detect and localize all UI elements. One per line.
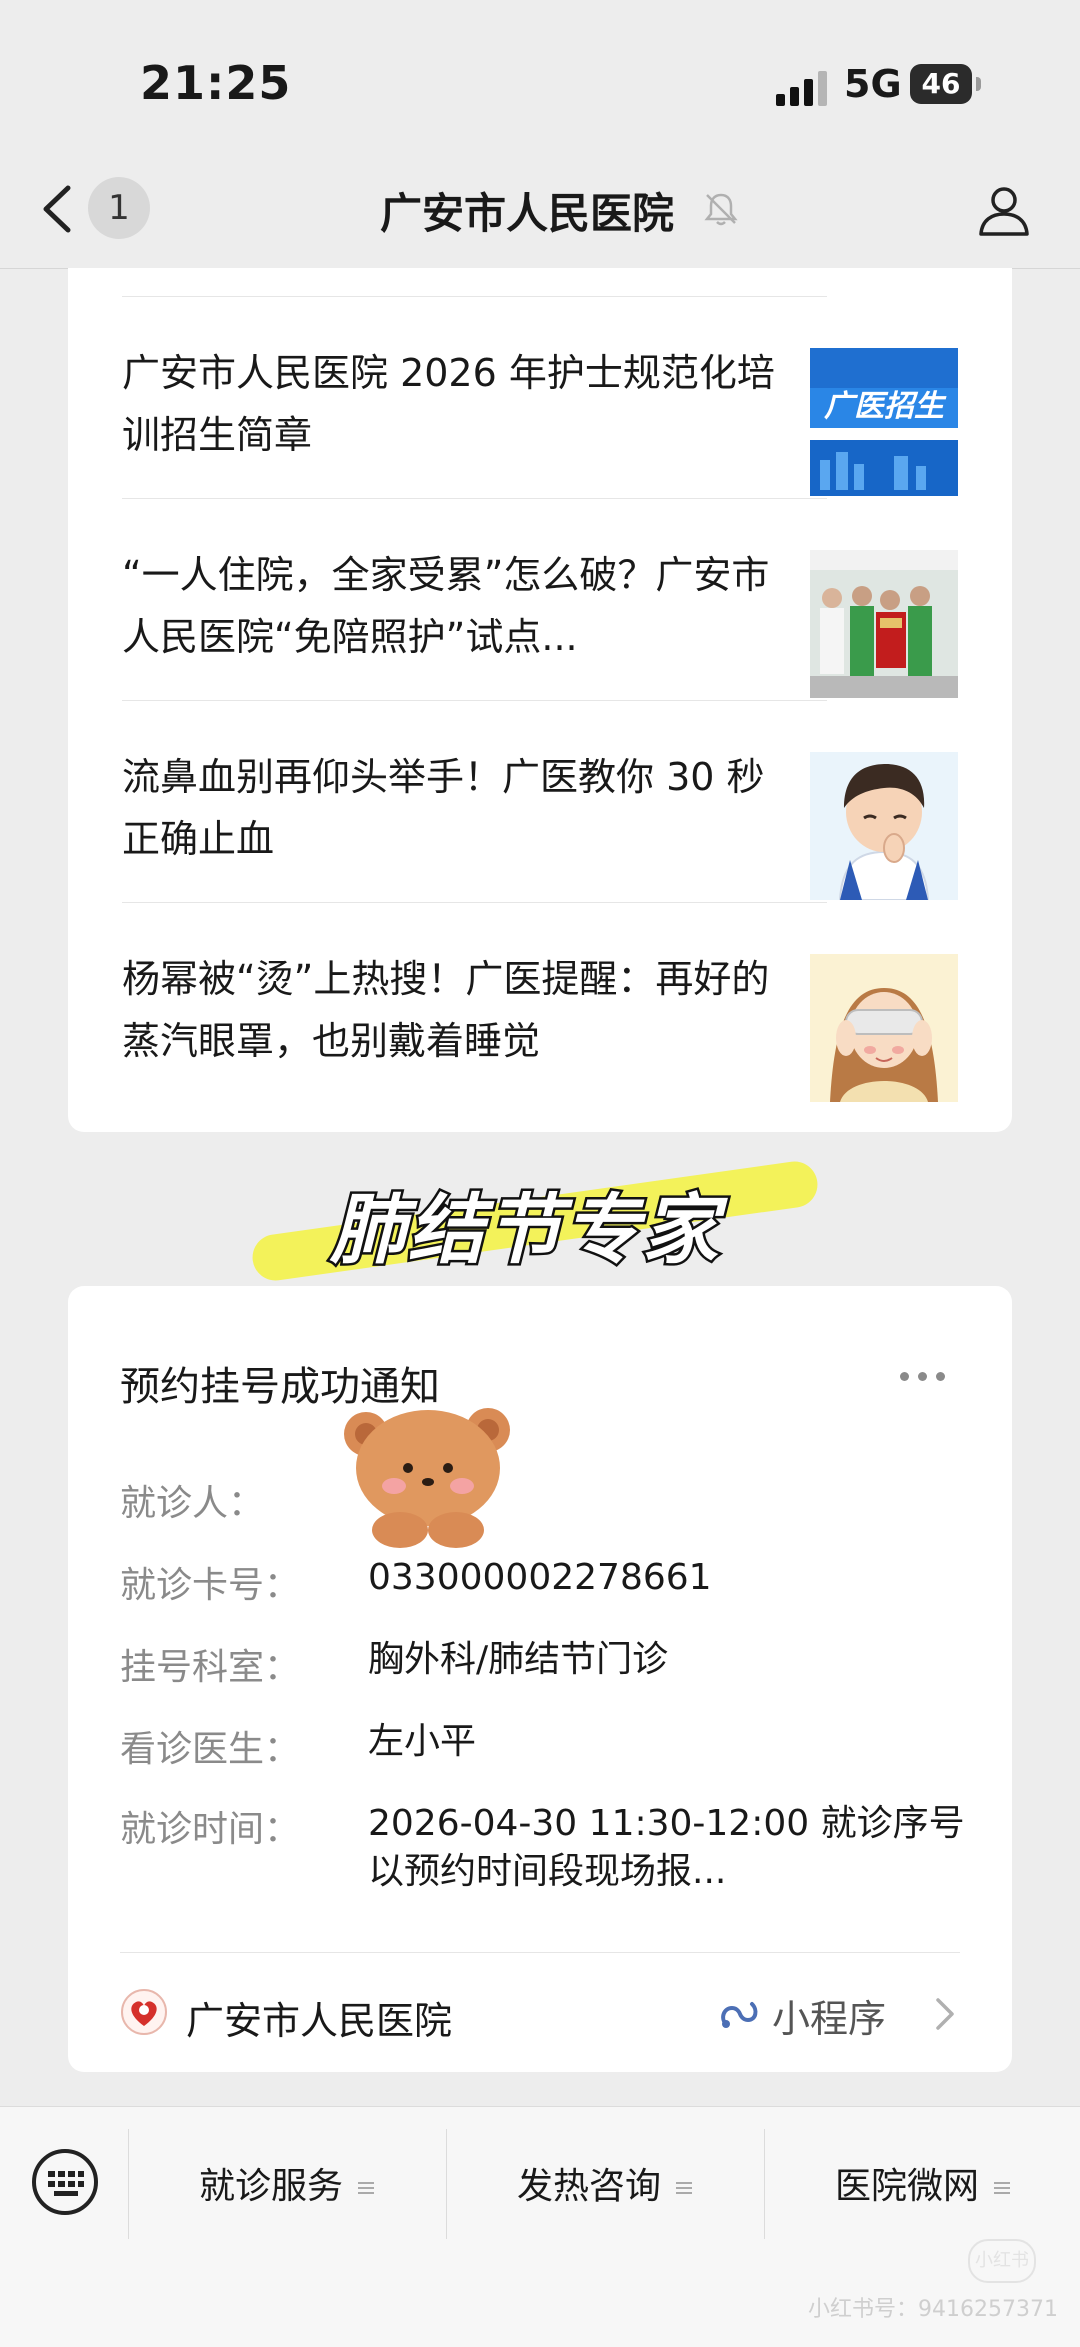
card-number-value: 033000002278661 — [368, 1557, 712, 1598]
menu-item-visit-services[interactable]: 就诊服务 — [128, 2157, 446, 2217]
article-item[interactable]: 流鼻血别再仰头举手！广医教你 30 秒正确止血 — [122, 700, 962, 902]
menu-list-icon — [676, 2182, 692, 2194]
article-thumbnail: 广医招生 — [810, 348, 958, 496]
article-thumbnail — [810, 954, 958, 1102]
mini-program-link-icon — [721, 2002, 758, 2028]
profile-icon[interactable] — [976, 182, 1032, 238]
thumb-text: 广医招生 — [824, 389, 947, 424]
article-thumbnail — [810, 550, 958, 698]
visit-time-value: 2026-04-30 11:30-12:00 就诊序号以预约时间段现场报... — [368, 1803, 965, 1892]
patient-label: 就诊人： — [120, 1483, 265, 1524]
menu-item-label: 就诊服务 — [198, 2166, 343, 2207]
back-icon[interactable] — [38, 184, 78, 234]
card-number-label: 就诊卡号： — [120, 1565, 301, 1606]
menu-item-label: 发热咨询 — [516, 2166, 661, 2207]
status-bar: 21:25 5G 46 — [0, 0, 1080, 150]
mini-program-label[interactable]: 小程序 — [772, 1988, 886, 2043]
watermark-text: 小红书号：9416257371 — [808, 2297, 1058, 2322]
menu-item-label: 医院微网 — [834, 2166, 979, 2207]
overlay-caption: 肺结节专家 — [240, 1140, 840, 1284]
menu-list-icon — [994, 2182, 1010, 2194]
battery-indicator: 46 — [910, 64, 981, 104]
article-title: “一人住院，全家受累”怎么破？广安市人民医院“免陪照护”试点... — [122, 553, 770, 659]
status-time: 21:25 — [140, 56, 292, 110]
keyboard-icon[interactable] — [30, 2147, 100, 2217]
watermark-logo: 小红书 — [968, 2239, 1036, 2283]
doctor-label: 看诊医生： — [120, 1729, 301, 1770]
mute-bell-icon — [704, 193, 738, 226]
more-dots-icon[interactable] — [900, 1366, 956, 1382]
signal-icon — [776, 71, 827, 106]
caption-text: 肺结节专家 — [328, 1183, 721, 1277]
menu-item-hospital-site[interactable]: 医院微网 — [764, 2157, 1080, 2217]
visit-time-label: 就诊时间： — [120, 1809, 301, 1850]
menu-list-icon — [358, 2182, 374, 2194]
bottom-menu-bar: 就诊服务 发热咨询 医院微网 小红书 小红书号：9416257371 — [0, 2106, 1080, 2347]
hospital-logo-icon — [121, 1989, 167, 2035]
article-list-card: 广安市人民医院 2026 年护士规范化培训招生简章 广医招生 “一人住院，全家受… — [68, 268, 1012, 1132]
page-title: 广安市人民医院 — [380, 189, 675, 238]
chevron-right-icon[interactable] — [934, 1996, 956, 2032]
appointment-notification-card[interactable]: 预约挂号成功通知 就诊人： 就诊卡号： 033000002278661 挂号科室… — [68, 1286, 1012, 2072]
network-type: 5G — [844, 62, 902, 106]
article-item[interactable]: 广安市人民医院 2026 年护士规范化培训招生简章 广医招生 — [122, 296, 962, 498]
article-thumbnail — [810, 752, 958, 900]
bear-sticker-icon — [344, 1408, 510, 1548]
menu-item-fever-consult[interactable]: 发热咨询 — [446, 2157, 764, 2217]
article-title: 杨幂被“烫”上热搜！广医提醒：再好的蒸汽眼罩，也别戴着睡觉 — [122, 957, 770, 1063]
article-title: 流鼻血别再仰头举手！广医教你 30 秒正确止血 — [122, 755, 765, 861]
unread-count-badge[interactable]: 1 — [88, 177, 150, 239]
department-value: 胸外科/肺结节门诊 — [368, 1639, 669, 1680]
divider — [120, 1952, 960, 1953]
mini-program-name[interactable]: 广安市人民医院 — [186, 1990, 452, 2045]
doctor-value: 左小平 — [368, 1721, 477, 1762]
article-item[interactable]: “一人住院，全家受累”怎么破？广安市人民医院“免陪照护”试点... — [122, 498, 962, 700]
chat-header: 1 广安市人民医院 — [0, 150, 1080, 269]
department-label: 挂号科室： — [120, 1647, 301, 1688]
article-item[interactable]: 杨幂被“烫”上热搜！广医提醒：再好的蒸汽眼罩，也别戴着睡觉 — [122, 902, 962, 1104]
article-title: 广安市人民医院 2026 年护士规范化培训招生简章 — [122, 351, 775, 457]
